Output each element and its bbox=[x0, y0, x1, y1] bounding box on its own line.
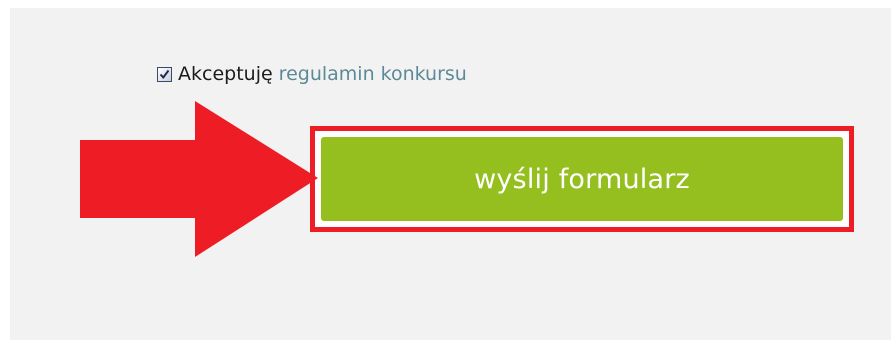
red-arrow-icon bbox=[80, 101, 318, 257]
